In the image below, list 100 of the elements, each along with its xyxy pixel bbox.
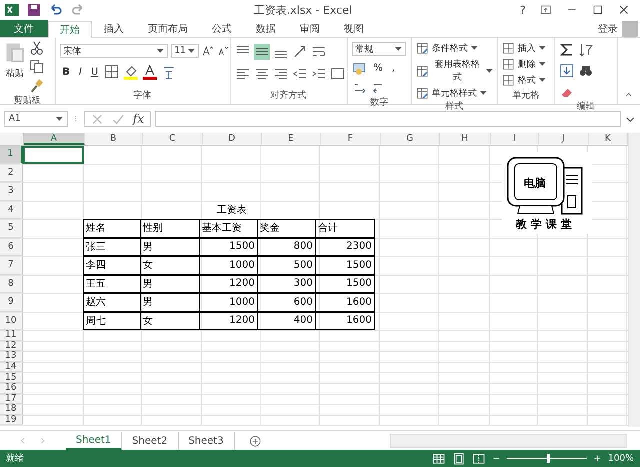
ribbon-tab[interactable]: 视图 (332, 20, 376, 37)
paste-button[interactable]: 粘贴 (6, 67, 24, 80)
ribbon-tab[interactable]: 数据 (244, 20, 288, 37)
maximize-icon[interactable] (592, 4, 604, 16)
format-painter-icon[interactable] (29, 78, 45, 94)
table-style-icon[interactable] (416, 42, 430, 55)
row-header[interactable]: 8 (0, 276, 23, 293)
save-icon[interactable] (26, 2, 42, 18)
ribbon-tab[interactable]: 文件 (0, 20, 48, 37)
cells-command[interactable]: 格式 (502, 74, 546, 87)
ribbon-tab[interactable]: 公式 (200, 20, 244, 37)
merge-cells-icon[interactable] (330, 66, 346, 82)
style-command[interactable]: 套用表格格式 (416, 58, 493, 84)
normal-view-icon[interactable] (432, 452, 446, 466)
column-header[interactable]: C (143, 133, 203, 145)
row-header[interactable]: 12 (0, 342, 23, 352)
table-cell[interactable]: 女 (140, 312, 200, 330)
table-cell[interactable]: 1000 (199, 256, 258, 274)
row-header[interactable]: 14 (0, 362, 23, 372)
dropdown-arrow-icon[interactable] (394, 46, 402, 52)
help-button[interactable]: ? (520, 4, 526, 16)
sign-in-link[interactable]: 登录 (598, 22, 618, 36)
table-cell[interactable]: 2300 (315, 238, 375, 256)
table-cell[interactable]: 600 (257, 293, 316, 312)
row-header[interactable]: 17 (0, 394, 23, 404)
percent-button[interactable]: % (370, 62, 386, 74)
table-cell[interactable]: 1200 (199, 274, 258, 293)
table-cell[interactable]: 1000 (199, 293, 258, 312)
table-cell[interactable]: 1200 (199, 312, 258, 330)
cells-command[interactable]: 插入 (502, 42, 546, 55)
insert-function-button[interactable]: fx (133, 112, 144, 126)
table-cell[interactable]: 姓名 (83, 219, 141, 238)
find-icon[interactable] (578, 63, 594, 79)
grid-icon[interactable] (502, 58, 515, 71)
fill-down-icon[interactable] (559, 63, 576, 79)
dropdown-arrow-icon[interactable] (56, 116, 63, 122)
dropdown-arrow-icon[interactable] (538, 78, 546, 83)
ribbon-tab[interactable]: 审阅 (288, 20, 332, 37)
copy-icon[interactable] (29, 59, 45, 75)
comma-button[interactable]: , (389, 62, 398, 74)
font-name-field[interactable]: 宋体 (60, 44, 168, 58)
shrink-font-icon[interactable] (216, 44, 229, 58)
table-cell[interactable]: 基本工资 (199, 219, 258, 238)
row-header[interactable]: 9 (0, 294, 23, 312)
table-cell[interactable]: 男 (140, 293, 200, 312)
dropdown-arrow-icon[interactable] (471, 46, 478, 51)
grid-icon[interactable] (502, 74, 515, 87)
zoom-thumb[interactable] (547, 454, 550, 463)
dropdown-arrow-icon[interactable] (538, 46, 546, 51)
table-cell[interactable]: 800 (257, 238, 316, 256)
table-style-icon[interactable] (416, 87, 430, 100)
grow-font-icon[interactable] (202, 44, 214, 58)
borders-icon[interactable] (104, 64, 120, 80)
table-cell[interactable]: 1600 (315, 312, 375, 330)
style-command[interactable]: 单元格样式 (416, 87, 493, 100)
dropdown-arrow-icon[interactable] (188, 48, 195, 54)
column-header[interactable]: E (262, 133, 321, 145)
page-break-icon[interactable] (472, 452, 486, 466)
dropdown-arrow-icon[interactable] (486, 68, 493, 74)
column-header[interactable]: F (321, 133, 381, 145)
table-cell[interactable]: 李四 (83, 256, 141, 274)
table-cell[interactable]: 工资表 (202, 202, 262, 219)
ribbon-tab[interactable]: 开始 (48, 21, 92, 38)
row-header[interactable]: 13 (0, 352, 23, 362)
zoom-in-icon[interactable] (593, 454, 602, 463)
selected-cell[interactable] (23, 146, 84, 164)
row-header[interactable]: 3 (0, 183, 23, 200)
table-cell[interactable]: 1600 (315, 293, 375, 312)
page-layout-icon[interactable] (452, 452, 466, 466)
close-icon[interactable] (618, 4, 630, 16)
table-cell[interactable]: 合计 (315, 219, 375, 238)
name-box[interactable]: A1 (4, 111, 68, 127)
column-header[interactable]: G (381, 133, 440, 145)
zoom-level[interactable]: 100% (608, 454, 634, 464)
font-color-icon[interactable] (142, 64, 158, 80)
column-header[interactable]: I (491, 133, 539, 145)
dropdown-arrow-icon[interactable] (480, 91, 488, 96)
table-cell[interactable]: 男 (140, 274, 200, 293)
table-cell[interactable]: 1500 (315, 274, 375, 293)
row-header[interactable]: 19 (0, 416, 23, 426)
column-header[interactable]: H (440, 133, 491, 145)
cut-icon[interactable] (29, 40, 45, 56)
ribbon-tab[interactable]: 页面布局 (136, 20, 200, 37)
horizontal-scrollbar[interactable] (390, 434, 627, 448)
row-header[interactable]: 4 (0, 202, 23, 219)
table-cell[interactable]: 男 (140, 238, 200, 256)
italic-button[interactable]: I (76, 66, 86, 78)
row-header[interactable]: 10 (0, 312, 23, 330)
table-cell[interactable]: 300 (257, 274, 316, 293)
style-command[interactable]: 条件格式 (416, 42, 493, 55)
table-cell[interactable]: 女 (140, 256, 200, 274)
row-header[interactable]: 7 (0, 257, 23, 274)
formula-input[interactable] (155, 111, 621, 127)
row-header[interactable]: 11 (0, 331, 23, 341)
row-header[interactable]: 16 (0, 384, 23, 394)
fill-color-icon[interactable] (123, 64, 140, 80)
table-cell[interactable]: 1500 (315, 256, 375, 274)
ribbon-display-icon[interactable] (540, 4, 552, 16)
table-cell[interactable]: 400 (257, 312, 316, 330)
number-format-field[interactable]: 常规 (352, 42, 406, 56)
